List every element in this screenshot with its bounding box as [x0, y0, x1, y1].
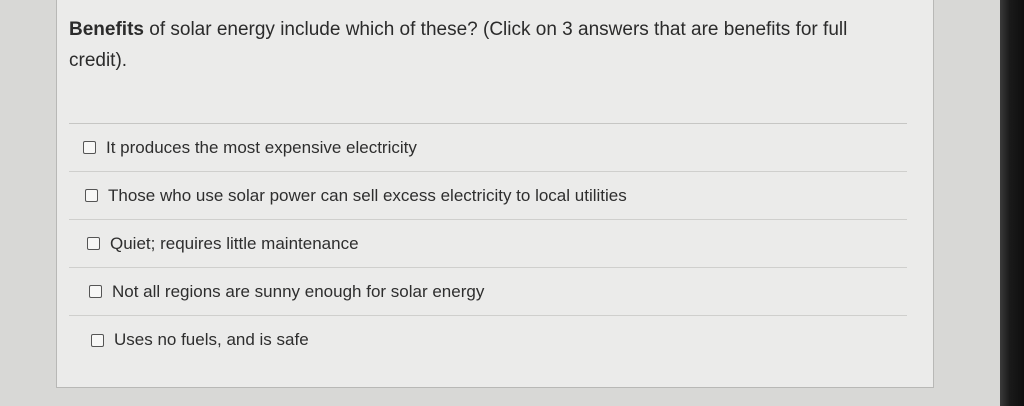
- checkbox-icon[interactable]: [91, 333, 104, 347]
- answer-option-label: Uses no fuels, and is safe: [114, 330, 309, 349]
- answer-option-label: Quiet; requires little maintenance: [110, 233, 359, 253]
- answer-option-2[interactable]: Those who use solar power can sell exces…: [69, 172, 907, 220]
- answer-option-1[interactable]: It produces the most expensive electrici…: [69, 124, 907, 172]
- checkbox-icon[interactable]: [85, 189, 98, 202]
- question-body: of solar energy include which of these? …: [69, 19, 848, 71]
- checkbox-icon[interactable]: [89, 285, 102, 298]
- question-bold-prefix: Benefits: [69, 19, 144, 40]
- answer-option-label: Not all regions are sunny enough for sol…: [112, 281, 485, 301]
- answer-option-3[interactable]: Quiet; requires little maintenance: [69, 220, 907, 268]
- answer-options-list: It produces the most expensive electrici…: [69, 123, 907, 364]
- checkbox-icon[interactable]: [83, 141, 96, 154]
- answer-option-4[interactable]: Not all regions are sunny enough for sol…: [69, 268, 907, 316]
- answer-option-label: Those who use solar power can sell exces…: [108, 185, 627, 205]
- screen-bezel-edge: [1000, 0, 1024, 406]
- question-card: Benefits of solar energy include which o…: [56, 0, 934, 388]
- question-text: Benefits of solar energy include which o…: [69, 14, 909, 76]
- checkbox-icon[interactable]: [87, 237, 100, 250]
- answer-option-5[interactable]: Uses no fuels, and is safe: [69, 316, 907, 364]
- answer-option-label: It produces the most expensive electrici…: [106, 137, 417, 157]
